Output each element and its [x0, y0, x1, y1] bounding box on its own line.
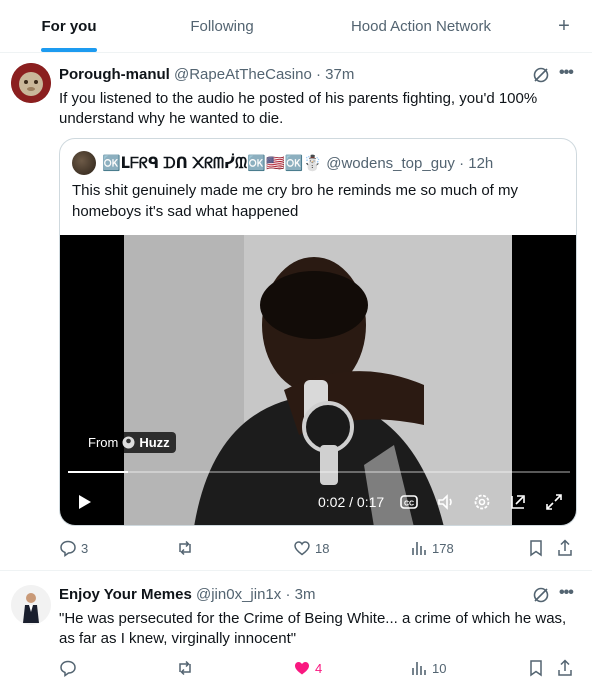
- active-tab-indicator: [41, 48, 97, 52]
- handle[interactable]: @RapeAtTheCasino: [174, 66, 312, 83]
- timestamp[interactable]: 37m: [325, 66, 354, 83]
- views-button[interactable]: 178: [410, 539, 454, 557]
- avatar[interactable]: [11, 585, 51, 625]
- separator-dot: ·: [285, 586, 291, 603]
- play-icon[interactable]: [76, 491, 92, 513]
- repost-icon: [179, 660, 191, 676]
- display-name[interactable]: Enjoy Your Memes: [59, 586, 192, 603]
- like-button[interactable]: 4: [293, 659, 322, 677]
- like-button[interactable]: 18: [293, 539, 329, 557]
- share-icon[interactable]: [556, 659, 574, 677]
- repost-button[interactable]: [176, 659, 198, 677]
- video-frame: [124, 235, 512, 525]
- views-count: 178: [432, 540, 454, 556]
- display-name[interactable]: Porough-manul: [59, 66, 170, 83]
- post-header: Enjoy Your Memes @jin0x_jin1x · 3m: [59, 586, 315, 603]
- tab-hood-action-network[interactable]: Hood Action Network: [306, 0, 536, 52]
- like-count: 18: [315, 540, 330, 556]
- post-actions: 4 10: [59, 659, 579, 679]
- reply-count: 3: [81, 540, 89, 556]
- repost-icon: [179, 540, 191, 556]
- picture-in-picture-icon[interactable]: [508, 491, 528, 513]
- post[interactable]: Enjoy Your Memes @jin0x_jin1x · 3m ••• "…: [0, 571, 592, 695]
- reply-button[interactable]: [59, 659, 81, 677]
- heart-filled-icon: [295, 662, 309, 675]
- source-name: Huzz: [139, 435, 170, 450]
- post-text: If you listened to the audio he posted o…: [59, 90, 538, 127]
- views-chart-icon: [412, 662, 426, 675]
- quoted-text: This shit genuinely made me cry bro he r…: [72, 182, 519, 220]
- handle[interactable]: @jin0x_jin1x: [196, 586, 281, 603]
- quoted-header: 🆗ᒪᖴᖇᑫ ᗪᑎ ᙭ᖇᗰᓰᙢ🆗🇺🇸🆗☃️ @wodens_top_guy · 1…: [102, 154, 493, 172]
- tab-following[interactable]: Following: [138, 0, 306, 52]
- separator-dot: ·: [459, 155, 465, 172]
- quoted-post[interactable]: 🆗ᒪᖴᖇᑫ ᗪᑎ ᙭ᖇᗰᓰᙢ🆗🇺🇸🆗☃️ @wodens_top_guy · 1…: [59, 138, 577, 526]
- reply-icon: [60, 540, 76, 557]
- share-icon[interactable]: [556, 539, 574, 557]
- grok-icon[interactable]: [532, 66, 550, 84]
- views-chart-icon: [412, 542, 426, 555]
- more-options-icon[interactable]: •••: [559, 584, 574, 602]
- tab-label: Hood Action Network: [350, 17, 492, 35]
- post-header: Porough-manul @RapeAtTheCasino · 37m: [59, 66, 354, 83]
- tab-for-you[interactable]: For you: [0, 0, 138, 52]
- quoted-display-name[interactable]: 🆗ᒪᖴᖇᑫ ᗪᑎ ᙭ᖇᗰᓰᙢ🆗🇺🇸🆗☃️: [102, 155, 322, 172]
- quoted-avatar[interactable]: [72, 151, 96, 175]
- video-progress-bar[interactable]: [68, 471, 570, 473]
- settings-gear-icon[interactable]: [472, 491, 492, 513]
- like-count: 4: [315, 660, 323, 676]
- volume-icon[interactable]: [436, 491, 456, 513]
- post-text: "He was persecuted for the Crime of Bein…: [59, 610, 567, 647]
- post[interactable]: Porough-manul @RapeAtTheCasino · 37m •••…: [0, 53, 592, 571]
- tab-label: For you: [41, 17, 97, 35]
- video-controls: 0:02 / 0:17 CC: [60, 485, 576, 521]
- timestamp[interactable]: 3m: [295, 586, 316, 603]
- post-actions: 3 18 178: [59, 539, 579, 559]
- reply-icon: [60, 660, 76, 677]
- quoted-handle[interactable]: @wodens_top_guy: [326, 155, 455, 172]
- source-label: From: [88, 435, 119, 450]
- more-options-icon[interactable]: •••: [559, 64, 574, 82]
- heart-icon: [294, 541, 310, 556]
- timeline-tabs: For you Following Hood Action Network +: [0, 0, 592, 53]
- tab-label: Following: [190, 17, 254, 35]
- avatar-image: [11, 63, 51, 103]
- avatar[interactable]: [11, 63, 51, 103]
- svg-text:CC: CC: [404, 501, 414, 508]
- grok-icon[interactable]: [532, 586, 550, 604]
- video-progress-fill: [68, 471, 129, 473]
- avatar-image: [11, 585, 51, 625]
- bookmark-icon[interactable]: [527, 659, 545, 677]
- bookmark-icon[interactable]: [527, 539, 545, 557]
- views-button[interactable]: 10: [410, 659, 446, 677]
- reply-button[interactable]: 3: [59, 539, 88, 557]
- video-still: [124, 235, 512, 525]
- captions-icon[interactable]: CC: [399, 491, 419, 513]
- quoted-timestamp[interactable]: 12h: [468, 155, 493, 172]
- video-player[interactable]: From Huzz 0:02 / 0:17 CC: [60, 235, 576, 525]
- views-count: 10: [432, 660, 447, 676]
- repost-button[interactable]: [176, 539, 198, 557]
- video-time: 0:02 / 0:17: [318, 494, 385, 510]
- separator-dot: ·: [315, 66, 321, 83]
- source-avatar-icon: [122, 436, 135, 449]
- add-tab-button[interactable]: +: [536, 0, 592, 52]
- video-source-badge[interactable]: From Huzz: [82, 432, 176, 453]
- fullscreen-icon[interactable]: [544, 491, 564, 513]
